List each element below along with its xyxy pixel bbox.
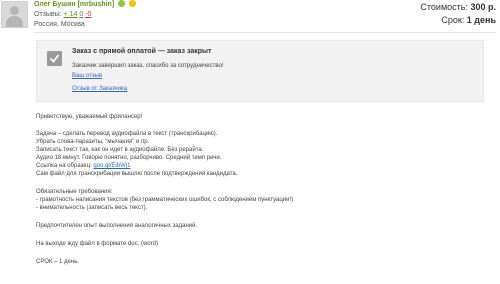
checkmark-icon: [47, 51, 62, 66]
sample-label: Ссылка на образец:: [36, 163, 92, 169]
order-closed-notice: Заказ с прямой оплатой — заказ закрыт За…: [36, 40, 484, 102]
price-value: 300 р.: [470, 2, 496, 12]
reviews-neutral-link[interactable]: 0: [79, 11, 83, 18]
task-line-4: Аудио 18 минут. Говорю понятно, разборчи…: [36, 155, 222, 161]
reviews-label: Отзывы:: [34, 11, 62, 18]
reviews-positive-link[interactable]: + 14: [64, 11, 78, 18]
user-location: Россия, Москва: [34, 21, 85, 28]
avatar[interactable]: [1, 1, 28, 28]
header-divider: [34, 32, 496, 33]
task-line-6: Сам файл для транскрибации вышлю после п…: [36, 171, 238, 177]
user-name-row: Олег Бушин [mrbushin]: [34, 0, 137, 10]
avatar-head-shape: [10, 6, 19, 15]
client-review-link[interactable]: Отзыв от Заказчика: [72, 86, 127, 92]
order-term: Срок: 1 день: [441, 14, 496, 26]
reviews-row: Отзывы: + 14 0 -0: [34, 10, 136, 20]
task-line-1: Задача – сделать перевод аудиофайла в те…: [36, 131, 218, 137]
output-format-text: На выходе жду файл в формате doc. (word): [36, 241, 158, 247]
reviews-negative-link[interactable]: -0: [85, 11, 91, 18]
verified-badge-icon: [118, 0, 126, 7]
term-value: 1 день: [466, 15, 496, 25]
user-info: Олег Бушин [mrbushin] Отзывы: + 14 0 -0 …: [34, 0, 137, 30]
task-line-2: Убрать слова-паразиты, "мычания" и пр.: [36, 139, 150, 145]
price-label: Стоимость:: [420, 2, 468, 12]
user-name-link[interactable]: Олег Бушин [mrbushin]: [34, 1, 114, 8]
your-review-link[interactable]: Ваш отзыв: [72, 73, 102, 79]
requirement-item-2: - внимательность (записать весь текст).: [36, 205, 148, 211]
greeting-text: Приветствую, уважаемый фрилансер!: [36, 114, 143, 120]
order-price: Стоимость: 300 р.: [420, 1, 496, 13]
deadline-text: СРОК – 1 день.: [36, 259, 79, 265]
task-line-3: Записать текст так, как он идет в аудиоф…: [36, 147, 204, 153]
sample-row: Ссылка на образец: goo.gl/EibWj1: [36, 162, 476, 170]
requirements-title: Обязательные требования:: [36, 189, 113, 195]
notice-text: Заказчик завершил заказ, спасибо за сотр…: [72, 63, 224, 69]
avatar-body-shape: [6, 16, 23, 27]
term-label: Срок:: [441, 15, 465, 25]
preferred-experience-text: Предпочтителен опыт выполнения аналогичн…: [36, 223, 198, 229]
notice-title: Заказ с прямой оплатой — заказ закрыт: [72, 48, 212, 55]
sample-link[interactable]: goo.gl/EibWj1: [93, 163, 130, 169]
requirement-item-1: - грамотность написания текстов (без гра…: [36, 197, 294, 203]
pro-badge-icon: [129, 0, 137, 7]
